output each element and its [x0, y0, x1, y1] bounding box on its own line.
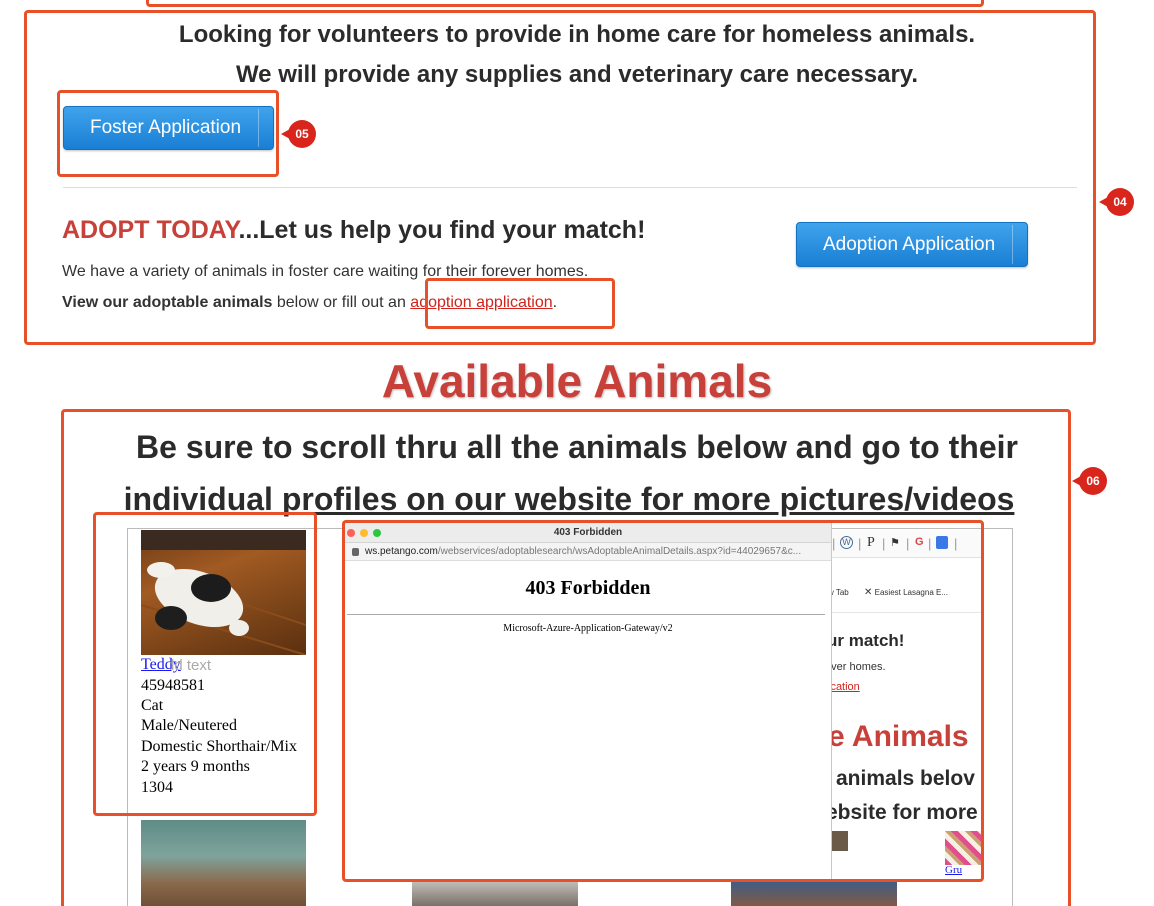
annotation-tag-05: 05 [281, 120, 316, 148]
annotation-box-popup [342, 520, 984, 882]
available-animals-title: Available Animals [381, 355, 773, 407]
annotation-tag-06: 06 [1072, 467, 1107, 495]
annotation-box-top [146, 0, 984, 7]
annotation-box-link [425, 278, 615, 329]
annotation-box-animal-card [93, 512, 317, 816]
annotation-box-05 [57, 90, 279, 177]
annotation-tag-04: 04 [1099, 188, 1134, 216]
